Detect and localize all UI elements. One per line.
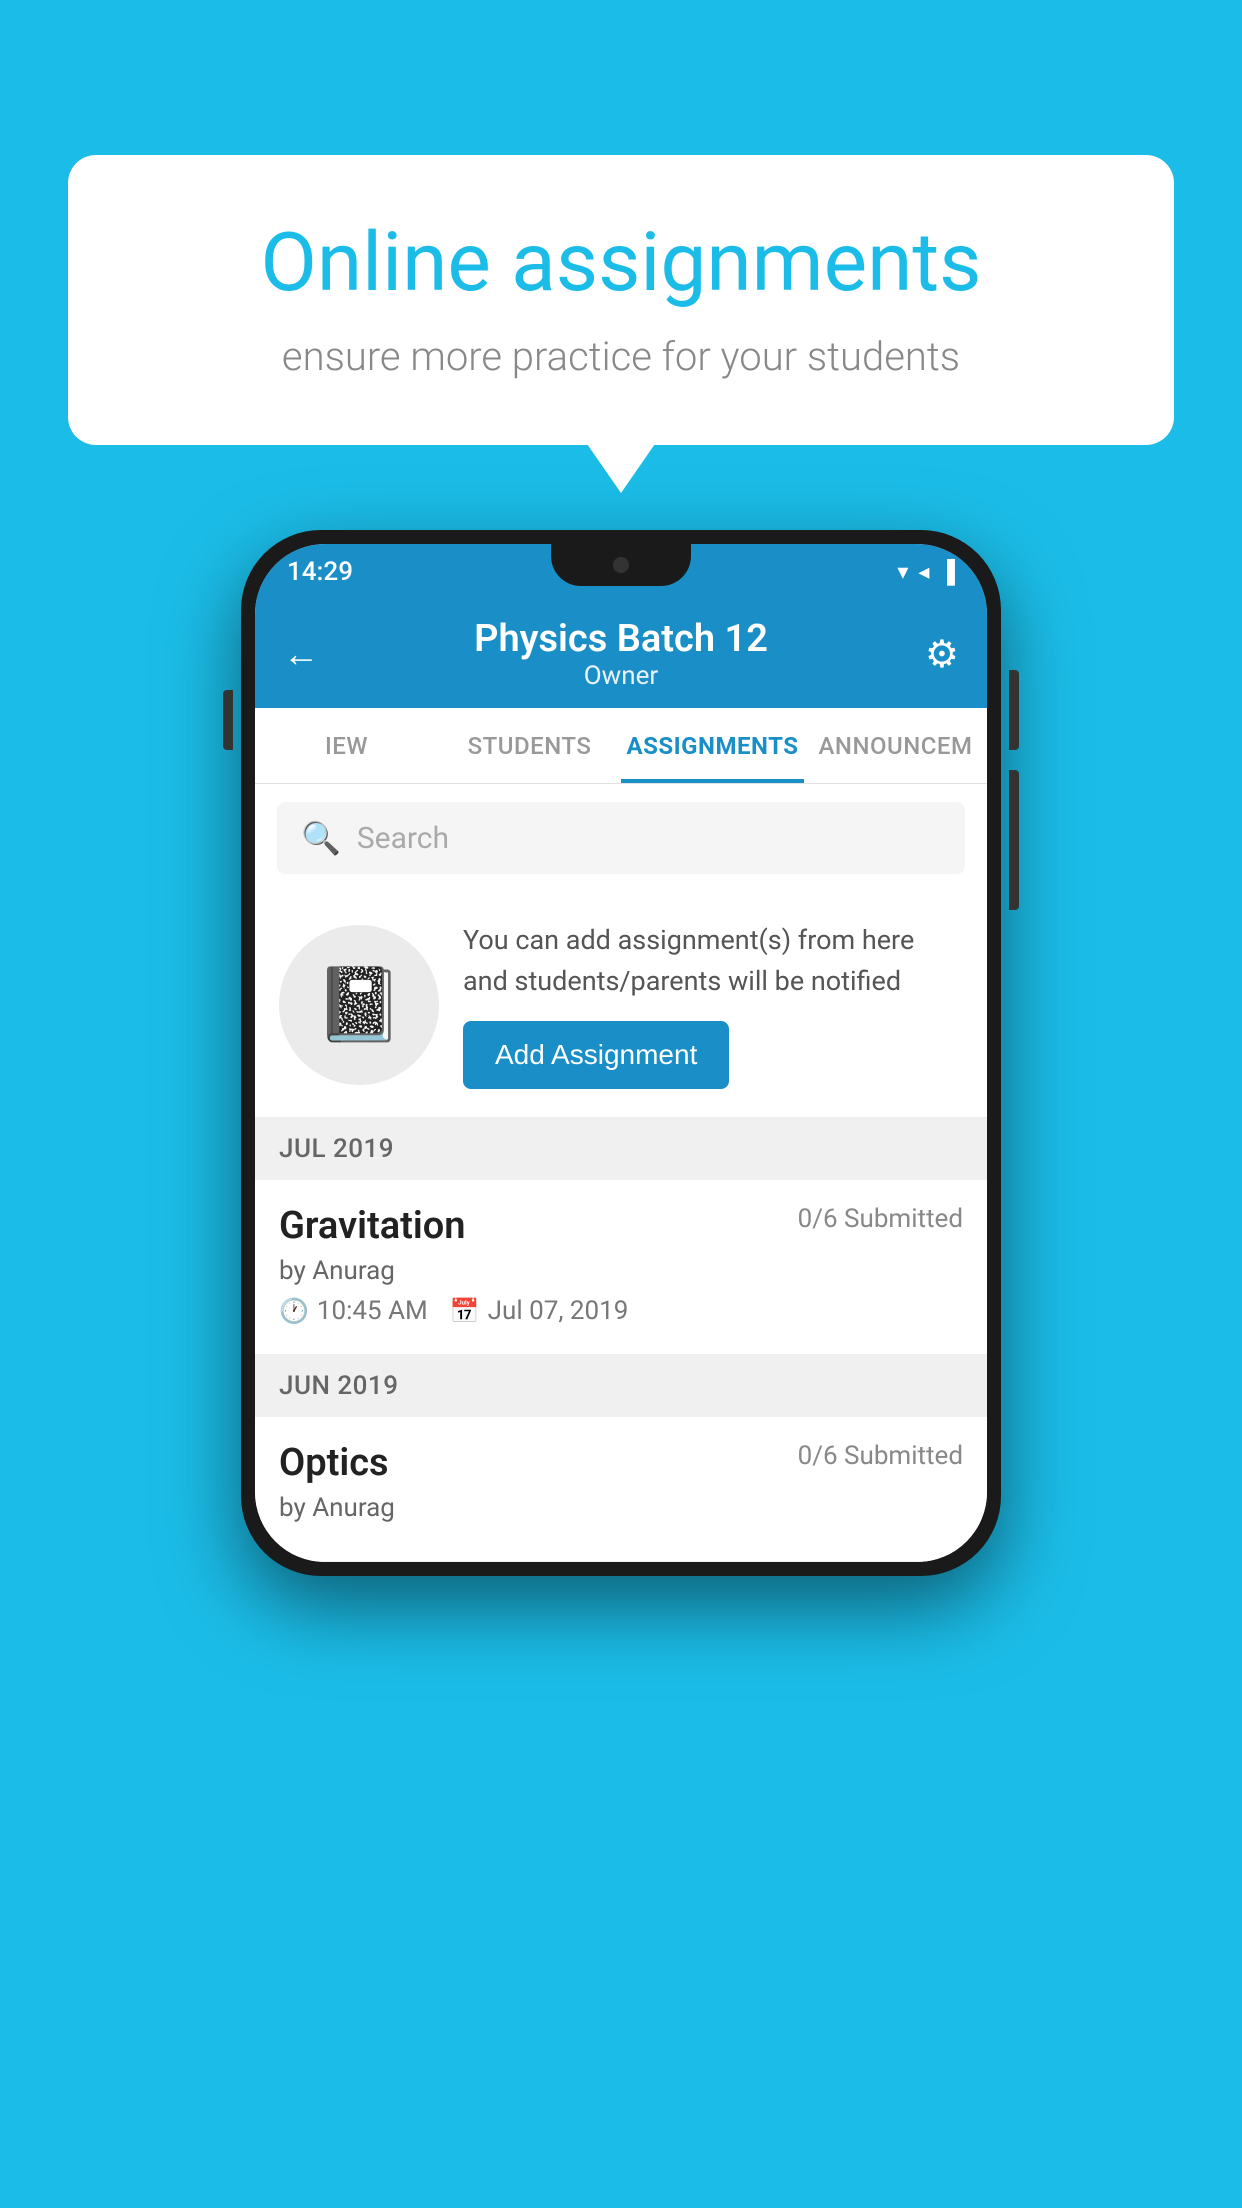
- battery-icon: ▐: [939, 559, 955, 585]
- tab-assignments[interactable]: ASSIGNMENTS: [621, 708, 804, 783]
- phone-screen: 14:29 ▾ ◂ ▐ ← Physics Batch 12 Owner ⚙: [255, 544, 987, 1562]
- phone-wrapper: 14:29 ▾ ◂ ▐ ← Physics Batch 12 Owner ⚙: [241, 530, 1001, 1576]
- back-button[interactable]: ←: [283, 633, 339, 675]
- tab-announcements[interactable]: ANNOUNCEM: [804, 708, 987, 783]
- bubble-title: Online assignments: [138, 215, 1104, 311]
- power-button: [1009, 670, 1019, 750]
- assignment-item-optics[interactable]: Optics 0/6 Submitted by Anurag: [255, 1417, 987, 1562]
- search-icon: 🔍: [301, 819, 341, 857]
- assignment-row1-optics: Optics 0/6 Submitted: [279, 1441, 963, 1485]
- assignment-name-optics: Optics: [279, 1441, 389, 1485]
- promo-text-block: You can add assignment(s) from here and …: [463, 920, 963, 1089]
- settings-icon[interactable]: ⚙: [903, 632, 959, 677]
- assignment-submitted-gravitation: 0/6 Submitted: [798, 1204, 963, 1234]
- status-icons: ▾ ◂ ▐: [897, 559, 955, 585]
- promo-description: You can add assignment(s) from here and …: [463, 920, 963, 1001]
- assignment-submitted-optics: 0/6 Submitted: [798, 1441, 963, 1471]
- promo-icon-circle: 📓: [279, 925, 439, 1085]
- status-time: 14:29: [287, 557, 353, 587]
- clock-icon: 🕐: [279, 1297, 309, 1325]
- assignment-item-gravitation[interactable]: Gravitation 0/6 Submitted by Anurag 🕐 10…: [255, 1180, 987, 1355]
- status-bar: 14:29 ▾ ◂ ▐: [255, 544, 987, 600]
- assignment-name-gravitation: Gravitation: [279, 1204, 466, 1248]
- wifi-icon: ▾: [897, 560, 908, 585]
- promo-section: 📓 You can add assignment(s) from here an…: [255, 892, 987, 1118]
- notch: [551, 544, 691, 586]
- tab-students[interactable]: STUDENTS: [438, 708, 621, 783]
- assignment-by-optics: by Anurag: [279, 1493, 963, 1523]
- volume-button: [223, 690, 233, 750]
- section-header-jul: JUL 2019: [255, 1118, 987, 1180]
- app-bar: ← Physics Batch 12 Owner ⚙: [255, 600, 987, 708]
- app-bar-title-block: Physics Batch 12 Owner: [339, 617, 903, 691]
- phone-outer: 14:29 ▾ ◂ ▐ ← Physics Batch 12 Owner ⚙: [241, 530, 1001, 1576]
- tabs-bar: IEW STUDENTS ASSIGNMENTS ANNOUNCEM: [255, 708, 987, 784]
- speech-bubble: Online assignments ensure more practice …: [68, 155, 1174, 445]
- assignment-by-gravitation: by Anurag: [279, 1256, 963, 1286]
- search-bar[interactable]: 🔍 Search: [277, 802, 965, 874]
- add-assignment-button[interactable]: Add Assignment: [463, 1021, 729, 1089]
- camera: [613, 557, 629, 573]
- section-header-jun: JUN 2019: [255, 1355, 987, 1417]
- app-bar-subtitle: Owner: [339, 661, 903, 691]
- assignment-meta-gravitation: 🕐 10:45 AM 📅 Jul 07, 2019: [279, 1296, 963, 1326]
- tab-overview[interactable]: IEW: [255, 708, 438, 783]
- search-placeholder: Search: [357, 821, 449, 856]
- assignment-date-gravitation: 📅 Jul 07, 2019: [450, 1296, 629, 1326]
- assignment-time-gravitation: 🕐 10:45 AM: [279, 1296, 428, 1326]
- notebook-icon: 📓: [314, 962, 404, 1047]
- power-button-2: [1009, 770, 1019, 910]
- bubble-subtitle: ensure more practice for your students: [138, 333, 1104, 380]
- assignment-row1: Gravitation 0/6 Submitted: [279, 1204, 963, 1248]
- signal-icon: ◂: [918, 560, 929, 585]
- speech-bubble-container: Online assignments ensure more practice …: [68, 155, 1174, 445]
- app-bar-title: Physics Batch 12: [339, 617, 903, 661]
- calendar-icon: 📅: [450, 1297, 480, 1325]
- search-container: 🔍 Search: [255, 784, 987, 892]
